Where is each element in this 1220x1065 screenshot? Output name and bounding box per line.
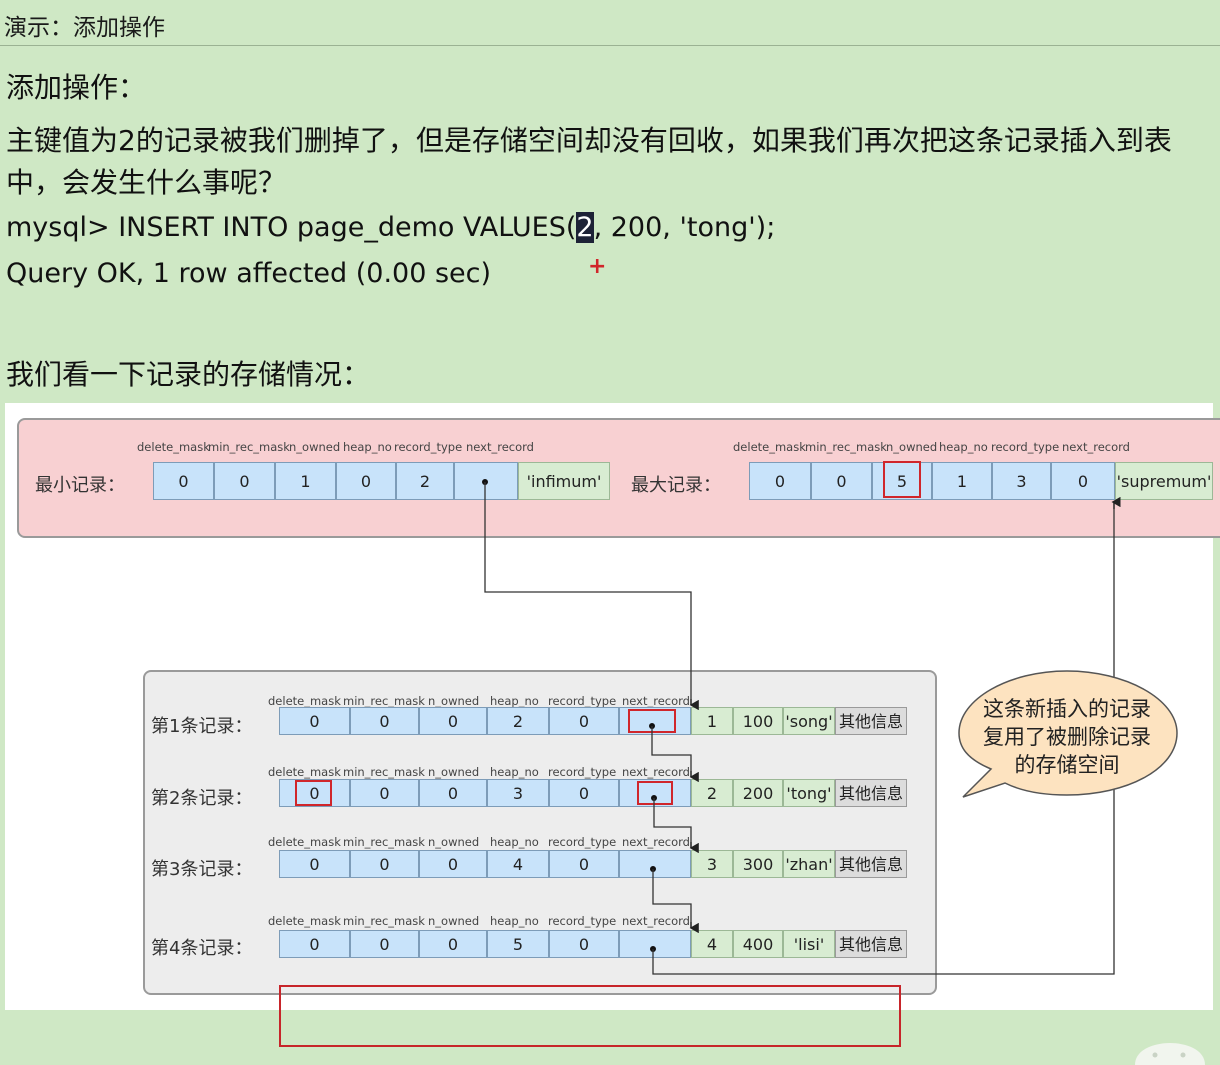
callout-line-2: 复用了被删除记录 bbox=[983, 725, 1151, 749]
record1-to-record2-arrow bbox=[651, 726, 692, 777]
infimum-to-record1-arrow bbox=[484, 482, 692, 705]
selection-rectangle bbox=[279, 985, 901, 1047]
query-result: Query OK, 1 row affected (0.00 sec) bbox=[6, 258, 492, 289]
sql-after: , 200, 'tong'); bbox=[593, 212, 776, 243]
sql-statement: mysql> INSERT INTO page_demo VALUES(2, 2… bbox=[6, 212, 775, 243]
sql-before: mysql> INSERT INTO page_demo VALUES( bbox=[6, 212, 577, 243]
title-bar: 演示：添加操作 bbox=[0, 0, 1220, 46]
record3-to-record4-arrow bbox=[652, 869, 692, 928]
section-heading-storage: 我们看一下记录的存储情况： bbox=[6, 358, 371, 391]
description-paragraph: 主键值为2的记录被我们删掉了，但是存储空间却没有回收，如果我们再次把这条记录插入… bbox=[6, 124, 1172, 199]
callout-line-1: 这条新插入的记录 bbox=[983, 697, 1151, 721]
section-heading-add: 添加操作： bbox=[6, 71, 147, 104]
plus-cursor-icon: + bbox=[588, 254, 607, 279]
record2-to-record3-arrow bbox=[653, 798, 692, 848]
sql-highlight-cursor[interactable]: 2 bbox=[576, 212, 594, 243]
callout-text: 这条新插入的记录 复用了被删除记录 的存储空间 bbox=[962, 695, 1172, 779]
callout-line-3: 的存储空间 bbox=[1014, 753, 1120, 777]
page-title: 演示：添加操作 bbox=[4, 15, 165, 41]
